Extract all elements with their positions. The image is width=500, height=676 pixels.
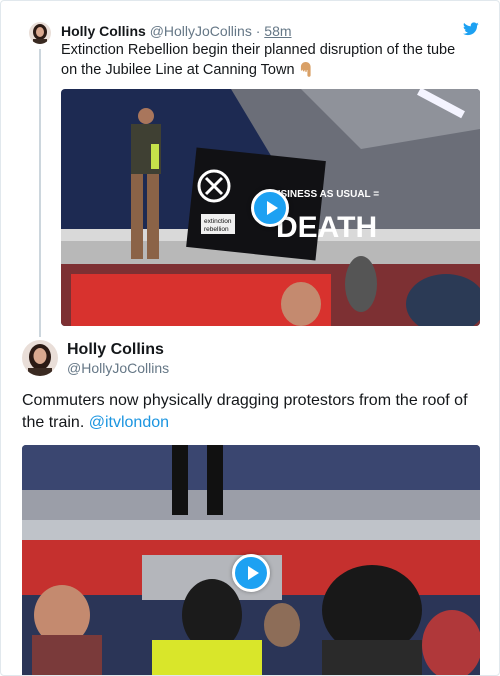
parent-tweet-header: Holly Collins @HollyJoCollins · 58m bbox=[61, 23, 292, 39]
parent-author-name[interactable]: Holly Collins bbox=[61, 23, 146, 39]
parent-author-handle[interactable]: @HollyJoCollins bbox=[150, 23, 252, 39]
banner-extinction-text: extinction bbox=[204, 218, 232, 225]
main-tweet-text: Commuters now physically dragging protes… bbox=[22, 390, 482, 434]
mention-link[interactable]: @itvlondon bbox=[89, 414, 169, 431]
main-tweet-video[interactable] bbox=[22, 445, 480, 675]
parent-tweet-video[interactable]: BUSINESS AS USUAL = DEATH extinction reb… bbox=[61, 89, 480, 326]
main-tweet-avatar[interactable] bbox=[22, 340, 58, 376]
parent-tweet-body: Extinction Rebellion begin their planned… bbox=[61, 42, 456, 78]
banner-rebellion-text: rebellion bbox=[204, 226, 229, 233]
twitter-bird-icon[interactable] bbox=[463, 22, 479, 36]
embedded-tweet-card: Holly Collins @HollyJoCollins · 58m Exti… bbox=[0, 0, 500, 676]
play-icon[interactable] bbox=[232, 554, 270, 592]
parent-tweet-avatar[interactable] bbox=[29, 22, 51, 44]
parent-tweet-timestamp[interactable]: 58m bbox=[264, 23, 291, 39]
pointing-down-hand-icon bbox=[300, 62, 311, 77]
play-icon[interactable] bbox=[251, 189, 289, 227]
parent-tweet-text: Extinction Rebellion begin their planned… bbox=[61, 40, 473, 80]
header-separator: · bbox=[255, 23, 261, 39]
main-author-handle[interactable]: @HollyJoCollins bbox=[67, 360, 169, 376]
banner-death-text: DEATH bbox=[276, 211, 377, 244]
thread-connector-line bbox=[39, 49, 41, 337]
main-author-name[interactable]: Holly Collins bbox=[67, 341, 164, 359]
